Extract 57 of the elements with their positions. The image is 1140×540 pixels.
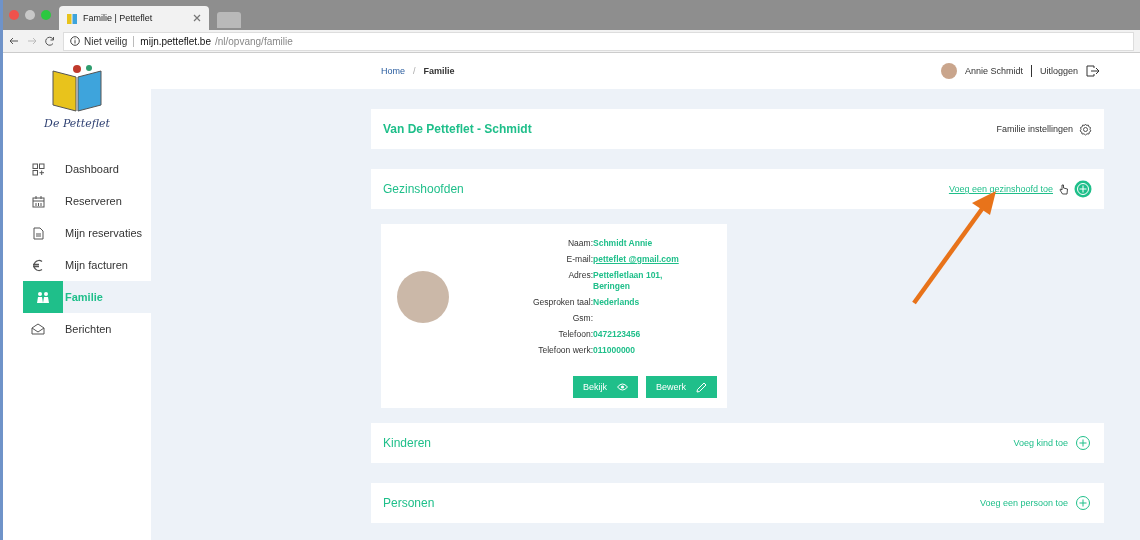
logout-link[interactable]: Uitloggen — [1039, 66, 1078, 76]
field-label: Gsm: — [571, 313, 593, 324]
field-label: E-mail: — [565, 254, 593, 265]
field-label: Adres: — [567, 270, 593, 282]
browser-tab[interactable]: Familie | Petteflet — [59, 6, 209, 30]
sidebar-item[interactable]: Mijn facturen — [23, 249, 151, 281]
back-icon[interactable] — [9, 36, 19, 46]
field-value: 0472123456 — [593, 329, 642, 340]
settings-icon[interactable] — [1079, 122, 1092, 136]
section-title: Kinderen — [383, 436, 432, 450]
book-logo-icon — [49, 63, 105, 115]
close-icon[interactable] — [193, 14, 201, 22]
book-icon — [67, 12, 77, 24]
add-icon[interactable] — [1074, 494, 1092, 512]
sidebar-item[interactable]: Reserveren — [23, 185, 151, 217]
maximize-window-icon[interactable] — [41, 10, 51, 20]
add-icon[interactable] — [1074, 434, 1092, 452]
calendar-icon — [31, 194, 45, 208]
breadcrumb-link[interactable]: Home — [381, 66, 405, 76]
logout-icon[interactable] — [1086, 65, 1100, 77]
field-label: Gesproken taal: — [532, 297, 593, 308]
field-value: 011000000 — [593, 345, 637, 356]
grid-icon — [31, 162, 45, 176]
hand-cursor-icon — [1059, 183, 1068, 195]
sidebar-item[interactable]: Dashboard — [23, 153, 151, 185]
field-value: Schmidt Annie — [593, 238, 654, 249]
add-icon[interactable] — [1074, 180, 1092, 198]
avatar-placeholder — [397, 271, 449, 323]
breadcrumb-separator: / — [413, 66, 416, 76]
reload-icon[interactable] — [45, 36, 55, 46]
field-value: Pettefletlaan 101, Beringen — [593, 270, 664, 292]
section-title: Gezinshoofden — [383, 182, 464, 196]
sidebar-item[interactable]: Berichten — [23, 313, 151, 345]
mail-icon — [31, 323, 45, 335]
tab-title: Familie | Petteflet — [83, 13, 153, 23]
field-label: Telefoon: — [557, 329, 593, 340]
people-icon — [36, 291, 50, 303]
address-field[interactable]: Niet veilig mijn.petteflet.be /nl/opvang/familie — [63, 31, 1134, 51]
forward-icon[interactable] — [27, 36, 37, 46]
section-title: Personen — [383, 496, 435, 510]
info-icon — [70, 36, 80, 46]
euro-icon — [32, 258, 44, 272]
field-label: Naam: — [566, 238, 593, 249]
field-value: Nederlands — [593, 297, 641, 308]
close-window-icon[interactable] — [9, 10, 19, 20]
user-name: Annie Schmidt — [964, 66, 1023, 76]
user-avatar[interactable] — [940, 63, 957, 79]
pencil-icon — [696, 381, 707, 393]
document-icon — [32, 226, 44, 240]
minimize-window-icon[interactable] — [25, 10, 35, 20]
family-title: Van De Petteflet - Schmidt — [383, 122, 532, 136]
field-label: Telefoon werk: — [537, 345, 593, 356]
settings-link[interactable]: Familie instellingen — [996, 124, 1073, 134]
breadcrumb-current: Familie — [423, 66, 455, 76]
logo-text: De Petteflet — [44, 117, 110, 130]
eye-icon — [617, 383, 628, 391]
sidebar-item[interactable]: Mijn reservaties — [23, 217, 151, 249]
